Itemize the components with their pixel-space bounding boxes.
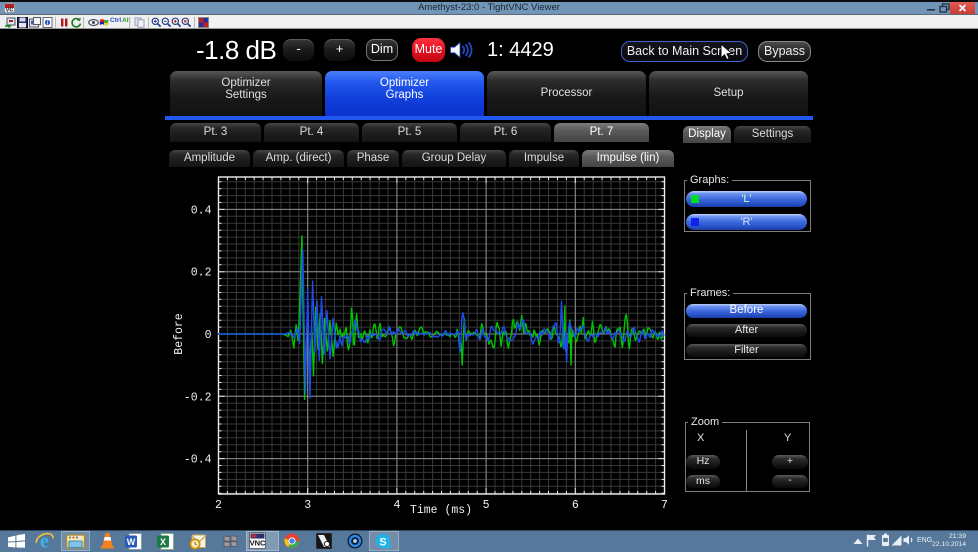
svg-text:VNC: VNC	[250, 539, 266, 548]
svg-text:VC: VC	[6, 8, 14, 13]
svg-text:-0.2: -0.2	[184, 391, 212, 404]
svg-text:0: 0	[205, 329, 212, 342]
svg-text:W: W	[127, 537, 136, 547]
svg-text:4: 4	[393, 499, 400, 512]
svg-text:-0.4: -0.4	[184, 454, 212, 467]
svg-text:2: 2	[215, 499, 222, 512]
svg-text:0.4: 0.4	[191, 204, 212, 217]
svg-text:X: X	[160, 537, 166, 547]
svg-text:Before: Before	[173, 313, 186, 355]
svg-text:6: 6	[572, 499, 579, 512]
svg-text:3: 3	[304, 499, 311, 512]
svg-text:0.2: 0.2	[191, 267, 212, 280]
svg-text:5: 5	[483, 499, 490, 512]
svg-text:7: 7	[661, 499, 668, 512]
svg-text:Time (ms): Time (ms)	[410, 504, 472, 517]
